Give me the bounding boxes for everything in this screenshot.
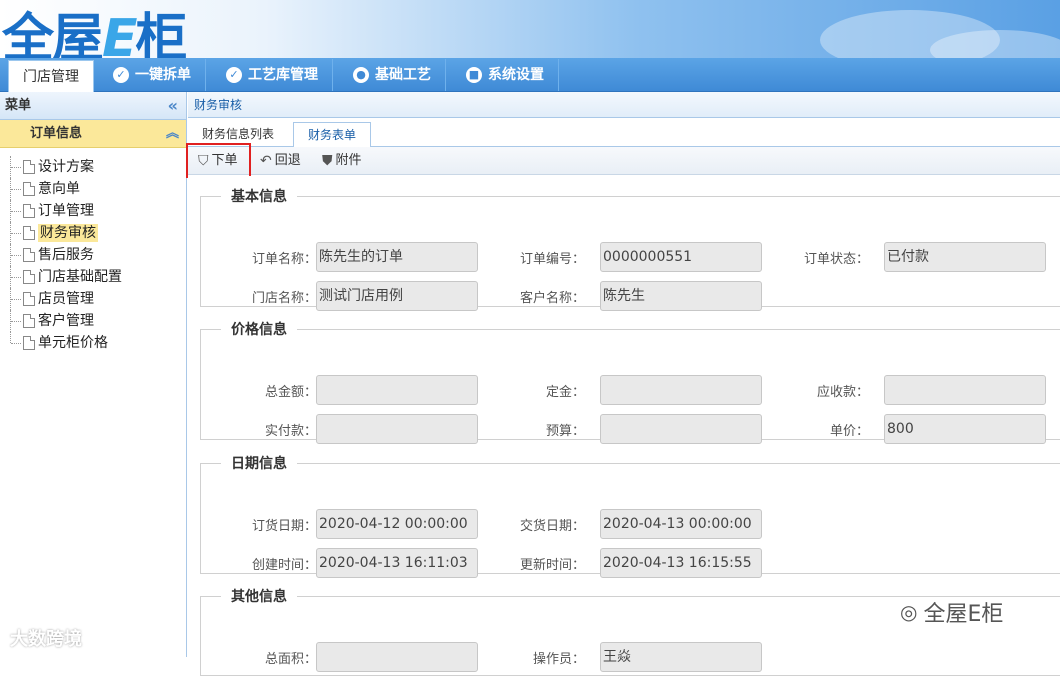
- total-area-label: 总面积：: [264, 652, 317, 667]
- sidebar-item-after-sales[interactable]: 售后服务: [10, 244, 122, 266]
- chevron-up-icon[interactable]: ︽: [166, 120, 179, 147]
- app-header: 全屋E柜: [0, 0, 1060, 58]
- tab-finance-form[interactable]: 财务表单: [293, 122, 372, 149]
- nav-basic-craft[interactable]: ● 基础工艺: [339, 59, 446, 91]
- price-info-section: 价格信息 总金额： 定金： 应收款： 实付款： 预算： 单价： 800: [200, 319, 1060, 444]
- unit-price-label: 单价：: [829, 424, 869, 439]
- rollback-button[interactable]: ↶ 回退: [260, 150, 301, 172]
- document-icon: [23, 204, 35, 218]
- toolbar: ⛉ 下单 ↶ 回退 ⛊ 附件: [188, 147, 1060, 175]
- sidebar-tree: 设计方案 意向单 订单管理 财务审核 售后服务 门店基础配置 店员管理 客户管理…: [10, 156, 122, 354]
- updated-time-field[interactable]: 2020-04-13 16:15:55: [600, 548, 762, 578]
- store-name-label: 门店名称：: [251, 291, 317, 306]
- watermark-right: ◎ 全屋E柜: [900, 600, 1004, 627]
- order-no-field[interactable]: 0000000551: [600, 242, 762, 272]
- order-name-field[interactable]: 陈先生的订单: [316, 242, 478, 272]
- document-icon: [23, 248, 35, 262]
- document-icon: [23, 336, 35, 350]
- store-name-field[interactable]: 测试门店用例: [316, 281, 478, 311]
- total-area-field[interactable]: [316, 642, 478, 672]
- created-time-label: 创建时间：: [251, 558, 317, 573]
- attachment-button[interactable]: ⛊ 附件: [322, 150, 362, 172]
- document-icon: [23, 314, 35, 328]
- operator-field[interactable]: 王焱: [600, 642, 762, 672]
- nav-store-management[interactable]: 门店管理: [8, 60, 94, 92]
- document-icon: [23, 270, 35, 284]
- tab-bar: 财务信息列表 财务表单: [188, 119, 1060, 149]
- date-info-section: 日期信息 订货日期： 2020-04-12 00:00:00 交货日期： 202…: [200, 453, 1060, 578]
- document-icon: [23, 182, 35, 196]
- updated-time-label: 更新时间：: [519, 558, 585, 573]
- wechat-icon: ◎: [900, 600, 918, 624]
- created-time-field[interactable]: 2020-04-13 16:11:03: [316, 548, 478, 578]
- watermark-left: 大数跨境: [10, 629, 82, 650]
- receivable-field[interactable]: [884, 375, 1046, 405]
- sidebar-item-customer-management[interactable]: 客户管理: [10, 310, 122, 332]
- delivery-date-field[interactable]: 2020-04-13 00:00:00: [600, 509, 762, 539]
- sidebar-item-design-plan[interactable]: 设计方案: [10, 156, 122, 178]
- paid-field[interactable]: [316, 414, 478, 444]
- check-icon: ✓: [226, 67, 242, 83]
- section-title: 基本信息: [231, 189, 287, 205]
- deposit-label: 定金：: [545, 385, 585, 400]
- unit-price-field[interactable]: 800: [884, 414, 1046, 444]
- attachment-icon: ⛊: [322, 153, 333, 169]
- document-icon: [23, 226, 35, 240]
- operator-label: 操作员：: [532, 652, 585, 667]
- order-date-label: 订货日期：: [251, 519, 317, 534]
- section-title: 其他信息: [231, 589, 287, 605]
- document-icon: [23, 292, 35, 306]
- highlight-box: [186, 143, 251, 178]
- paid-label: 实付款：: [264, 424, 317, 439]
- breadcrumb: 财务审核: [188, 92, 1060, 118]
- collapse-icon[interactable]: «: [168, 92, 178, 119]
- form-content: 基本信息 订单名称： 陈先生的订单 订单编号： 0000000551 订单状态：…: [188, 176, 1060, 676]
- delivery-date-label: 交货日期：: [519, 519, 585, 534]
- nav-one-click-split[interactable]: ✓ 一键拆单: [99, 59, 206, 91]
- budget-field[interactable]: [600, 414, 762, 444]
- document-icon: [23, 160, 35, 174]
- nav-system-settings[interactable]: ■ 系统设置: [452, 59, 559, 91]
- section-title: 价格信息: [231, 322, 287, 338]
- sidebar-header: 菜单 «: [0, 92, 186, 120]
- sidebar-item-order-management[interactable]: 订单管理: [10, 200, 122, 222]
- total-amount-label: 总金额：: [264, 385, 317, 400]
- settings-icon: ■: [466, 67, 482, 83]
- sidebar: 菜单 « 订单信息 ︽ 设计方案 意向单 订单管理 财务审核 售后服务 门店基础配置…: [0, 92, 187, 657]
- budget-label: 预算：: [545, 424, 585, 439]
- order-name-label: 订单名称：: [251, 252, 317, 267]
- basic-info-section: 基本信息 订单名称： 陈先生的订单 订单编号： 0000000551 订单状态：…: [200, 186, 1060, 311]
- undo-icon: ↶: [260, 153, 272, 169]
- order-status-field[interactable]: 已付款: [884, 242, 1046, 272]
- total-amount-field[interactable]: [316, 375, 478, 405]
- gear-icon: ●: [353, 67, 369, 83]
- check-icon: ✓: [113, 67, 129, 83]
- deposit-field[interactable]: [600, 375, 762, 405]
- section-title: 日期信息: [231, 456, 287, 472]
- order-no-label: 订单编号：: [519, 252, 585, 267]
- customer-name-label: 客户名称：: [519, 291, 585, 306]
- sidebar-item-intent-order[interactable]: 意向单: [10, 178, 122, 200]
- app-logo: 全屋E柜: [2, 9, 188, 58]
- sidebar-item-finance-audit[interactable]: 财务审核: [10, 222, 122, 244]
- order-date-field[interactable]: 2020-04-12 00:00:00: [316, 509, 478, 539]
- sidebar-group-order-info[interactable]: 订单信息 ︽: [0, 120, 186, 148]
- sidebar-item-store-config[interactable]: 门店基础配置: [10, 266, 122, 288]
- customer-name-field[interactable]: 陈先生: [600, 281, 762, 311]
- receivable-label: 应收款：: [816, 385, 869, 400]
- sidebar-item-cabinet-price[interactable]: 单元柜价格: [10, 332, 122, 354]
- nav-craft-library[interactable]: ✓ 工艺库管理: [212, 59, 333, 91]
- sidebar-item-staff-management[interactable]: 店员管理: [10, 288, 122, 310]
- order-status-label: 订单状态：: [803, 252, 869, 267]
- top-nav: 门店管理 ✓ 一键拆单 ✓ 工艺库管理 ● 基础工艺 ■ 系统设置: [0, 58, 1060, 92]
